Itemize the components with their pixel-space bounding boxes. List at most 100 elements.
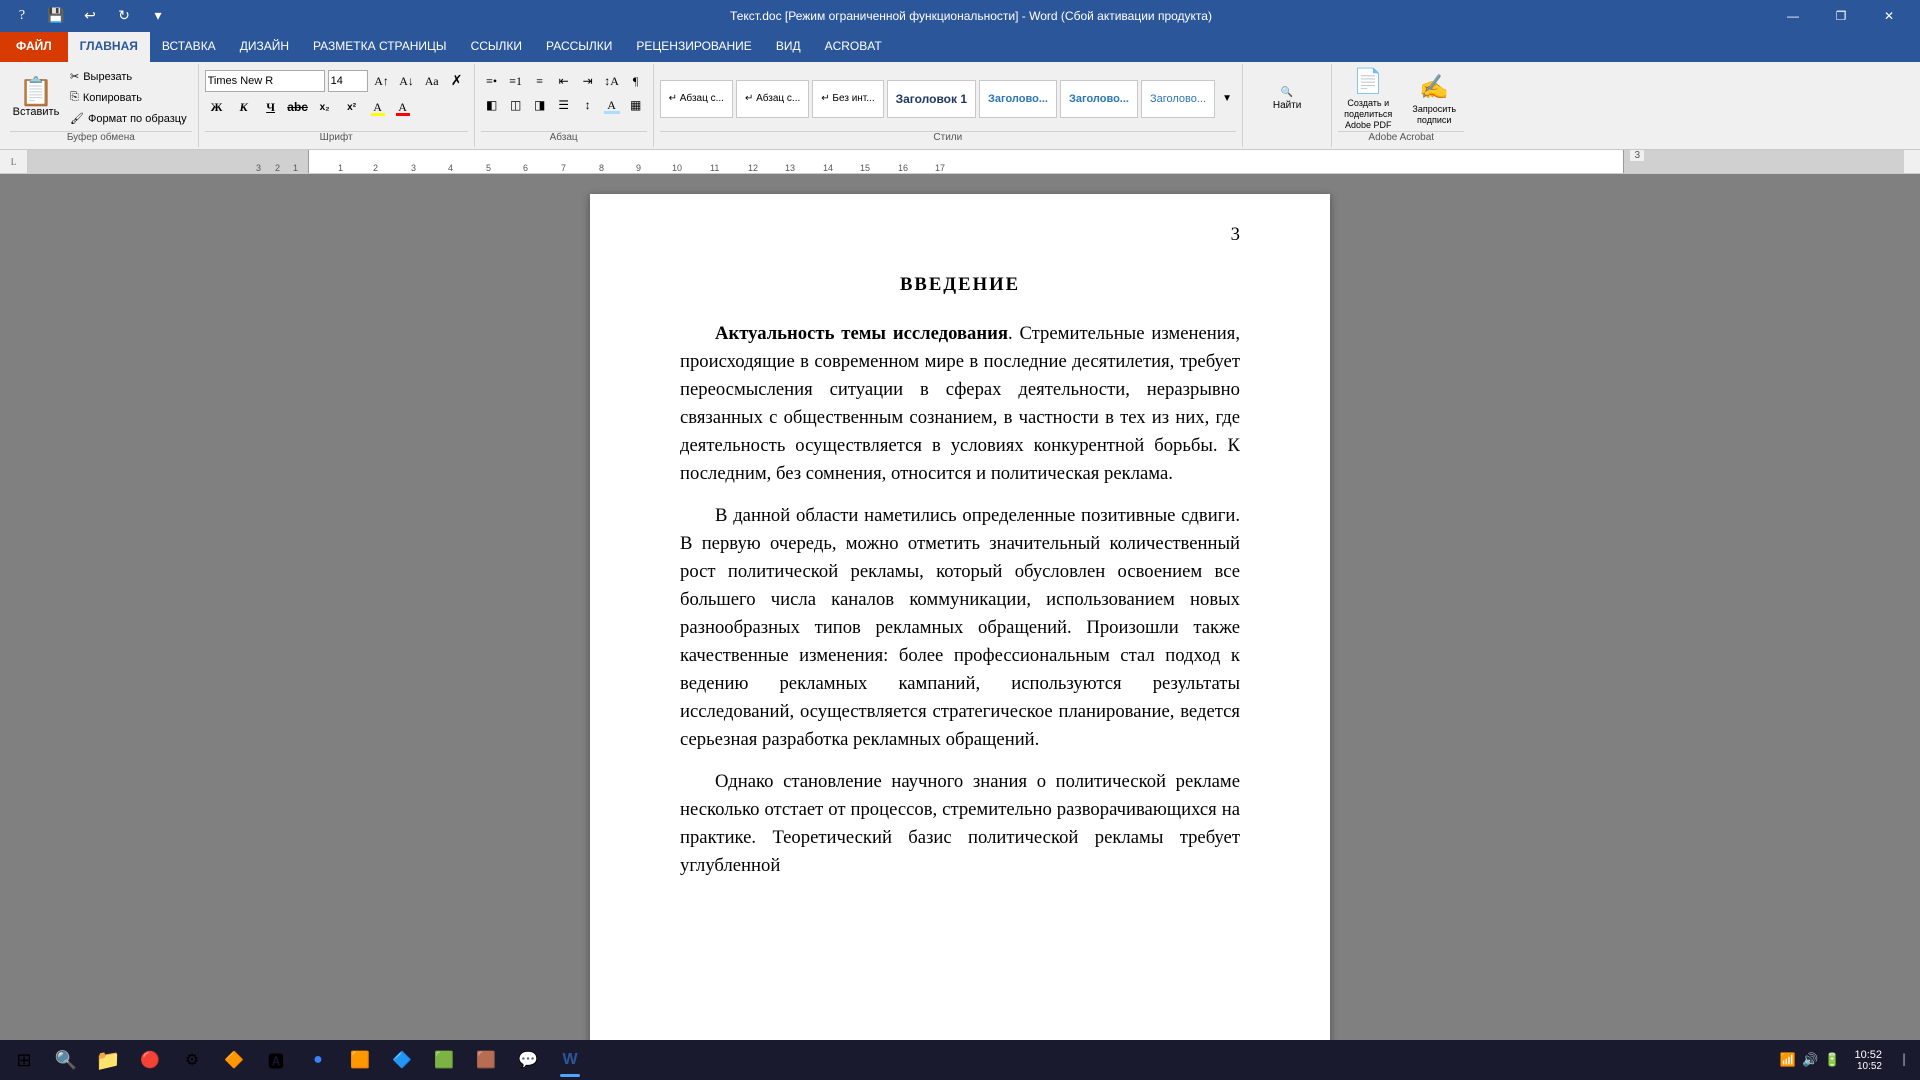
taskbar-app-5[interactable]: 🟩	[424, 1041, 464, 1079]
show-desktop-button[interactable]: |	[1892, 1041, 1916, 1079]
tab-layout[interactable]: РАЗМЕТКА СТРАНИЦЫ	[301, 32, 459, 62]
line-spacing-button[interactable]: ↕	[577, 94, 599, 116]
editing-group: 🔍 Найти ↔ Заменить ⊹ Выделить Редактиров…	[1243, 64, 1332, 147]
paragraph-group-label: Абзац	[481, 131, 647, 145]
request-signatures-button[interactable]: ✍ Запросить подписи	[1404, 70, 1464, 128]
format-painter-icon: 🖌	[70, 112, 84, 125]
style-abzac1[interactable]: ↵ Абзац с...	[660, 80, 733, 118]
network-icon[interactable]: 📶	[1780, 1052, 1796, 1068]
search-button[interactable]: 🔍	[46, 1041, 86, 1079]
create-pdf-button[interactable]: 📄 Создать и поделиться Adobe PDF	[1338, 70, 1398, 128]
document-area[interactable]: 3 ВВЕДЕНИЕ Актуальность темы исследовани…	[0, 174, 1920, 1052]
battery-icon[interactable]: 🔋	[1824, 1052, 1840, 1068]
copy-button[interactable]: ⎘ Копировать	[65, 88, 192, 107]
taskbar-app-6[interactable]: 🟫	[466, 1041, 506, 1079]
taskbar-app-3[interactable]: 🟧	[340, 1041, 380, 1079]
minimize-button[interactable]: —	[1770, 0, 1816, 32]
strikethrough-button[interactable]: abc	[286, 96, 310, 118]
style-heading1[interactable]: Заголовок 1	[887, 80, 976, 118]
align-buttons-row: ◧ ◫ ◨ ☰ ↕ A ▦	[481, 94, 647, 116]
show-marks-button[interactable]: ¶	[625, 70, 647, 92]
clear-format-button[interactable]: ✗	[446, 70, 468, 92]
tab-acrobat[interactable]: ACROBAT	[813, 32, 894, 62]
customize-button[interactable]: ▾	[144, 2, 172, 30]
subscript-button[interactable]: x₂	[313, 96, 337, 118]
increase-indent-button[interactable]: ⇥	[577, 70, 599, 92]
paragraph-1[interactable]: Актуальность темы исследования. Стремите…	[680, 320, 1240, 488]
clipboard-group-label: Буфер обмена	[10, 131, 192, 145]
increase-font-button[interactable]: A↑	[371, 70, 393, 92]
ruler-left-margin: L	[0, 150, 28, 174]
align-right-button[interactable]: ◨	[529, 94, 551, 116]
taskbar-app-whatsapp[interactable]: 💬	[508, 1041, 548, 1079]
bold-button[interactable]: Ж	[205, 96, 229, 118]
taskbar-app-vlc[interactable]: 🔶	[214, 1041, 254, 1079]
taskbar-app-chrome[interactable]: 🔴	[130, 1041, 170, 1079]
create-pdf-label: Создать и поделиться Adobe PDF	[1339, 98, 1397, 130]
taskbar-app-explorer[interactable]: 📁	[88, 1041, 128, 1079]
tab-view[interactable]: ВИД	[764, 32, 813, 62]
underline-button[interactable]: Ч	[259, 96, 283, 118]
cut-button[interactable]: ✂ Вырезать	[65, 67, 192, 86]
find-button[interactable]: 🔍 Найти	[1263, 70, 1311, 128]
italic-button[interactable]: К	[232, 96, 256, 118]
taskbar-app-word[interactable]: W	[550, 1041, 590, 1079]
ruler-num-6: 6	[523, 163, 528, 173]
change-case-button[interactable]: Аа	[421, 70, 443, 92]
volume-icon[interactable]: 🔊	[1802, 1052, 1818, 1068]
numbering-button[interactable]: ≡1	[505, 70, 527, 92]
taskbar-app-2[interactable]: ●	[298, 1041, 338, 1079]
bullets-button[interactable]: ≡•	[481, 70, 503, 92]
styles-expand-button[interactable]: ▼	[1218, 69, 1236, 129]
decrease-indent-button[interactable]: ⇤	[553, 70, 575, 92]
align-justify-button[interactable]: ☰	[553, 94, 575, 116]
taskbar-clock[interactable]: 10:52 10:52	[1846, 1049, 1890, 1072]
restore-button[interactable]: ❐	[1818, 0, 1864, 32]
taskbar-app-settings[interactable]: ⚙	[172, 1041, 212, 1079]
font-size-input[interactable]	[328, 70, 368, 92]
taskbar-app-4[interactable]: 🔷	[382, 1041, 422, 1079]
superscript-button[interactable]: x²	[340, 96, 364, 118]
format-painter-button[interactable]: 🖌 Формат по образцу	[65, 109, 192, 128]
tab-design[interactable]: ДИЗАЙН	[228, 32, 301, 62]
borders-button[interactable]: ▦	[625, 94, 647, 116]
help-button[interactable]: ?	[8, 2, 36, 30]
shading-button[interactable]: A	[601, 94, 623, 116]
tab-references[interactable]: ССЫЛКИ	[459, 32, 534, 62]
acrobat-content: 📄 Создать и поделиться Adobe PDF ✍ Запро…	[1338, 66, 1464, 129]
style-heading3[interactable]: Заголово...	[1060, 80, 1138, 118]
ribbon: 📋 Вставить ✂ Вырезать ⎘ Копировать 🖌 Фор…	[0, 62, 1920, 150]
tab-review[interactable]: РЕЦЕНЗИРОВАНИЕ	[624, 32, 763, 62]
tab-home[interactable]: ГЛАВНАЯ	[68, 32, 150, 62]
decrease-font-button[interactable]: A↓	[396, 70, 418, 92]
document-heading[interactable]: ВВЕДЕНИЕ	[680, 274, 1240, 296]
style-bezint[interactable]: ↵ Без инт...	[812, 80, 883, 118]
close-button[interactable]: ✕	[1866, 0, 1912, 32]
taskbar-sys-icons: 📶 🔊 🔋	[1776, 1052, 1845, 1068]
font-color-button[interactable]: A	[392, 96, 414, 118]
redo-button[interactable]: ↻	[110, 2, 138, 30]
start-button[interactable]: ⊞	[4, 1041, 44, 1079]
tab-mailings[interactable]: РАССЫЛКИ	[534, 32, 624, 62]
paragraph-3[interactable]: Однако становление научного знания о пол…	[680, 768, 1240, 880]
taskbar-app-1[interactable]: 🅰	[256, 1041, 296, 1079]
paragraph-2[interactable]: В данной области наметились определенные…	[680, 502, 1240, 754]
style-heading4[interactable]: Заголово...	[1141, 80, 1215, 118]
font-name-input[interactable]	[205, 70, 325, 92]
style-heading2[interactable]: Заголово...	[979, 80, 1057, 118]
clock-time: 10:52	[1854, 1049, 1882, 1061]
ruler-num-10: 10	[672, 163, 682, 173]
align-center-button[interactable]: ◫	[505, 94, 527, 116]
styles-group-label: Стили	[660, 131, 1236, 145]
tab-insert[interactable]: ВСТАВКА	[150, 32, 228, 62]
scissors-icon: ✂	[70, 70, 79, 83]
save-button[interactable]: 💾	[42, 2, 70, 30]
undo-button[interactable]: ↩	[76, 2, 104, 30]
paste-button[interactable]: 📋 Вставить	[10, 68, 62, 128]
tab-file[interactable]: ФАЙЛ	[0, 32, 68, 62]
sort-button[interactable]: ↕A	[601, 70, 623, 92]
align-left-button[interactable]: ◧	[481, 94, 503, 116]
style-abzac2[interactable]: ↵ Абзац с...	[736, 80, 809, 118]
multilevel-list-button[interactable]: ≡	[529, 70, 551, 92]
highlight-button[interactable]: A	[367, 96, 389, 118]
